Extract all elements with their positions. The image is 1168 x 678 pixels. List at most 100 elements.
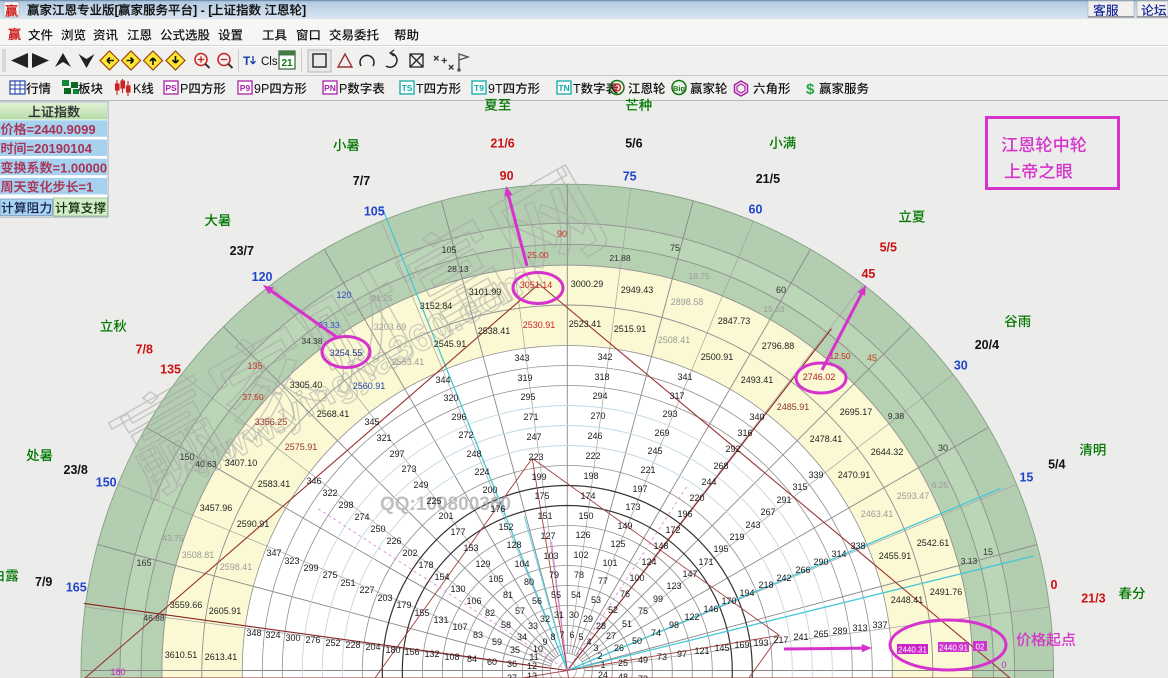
- svg-text:147: 147: [682, 569, 697, 579]
- svg-text:98: 98: [669, 620, 679, 630]
- svg-text:73: 73: [657, 652, 667, 662]
- svg-text:289: 289: [832, 626, 847, 636]
- svg-text:151: 151: [537, 511, 552, 521]
- svg-text:323: 323: [284, 556, 299, 566]
- svg-text:9T: 9T: [488, 82, 503, 96]
- svg-text:195: 195: [713, 544, 728, 554]
- svg-text:322: 322: [322, 488, 337, 498]
- svg-text:294: 294: [592, 391, 607, 401]
- svg-text:2583.41: 2583.41: [258, 479, 291, 489]
- svg-text:2485.91: 2485.91: [777, 402, 810, 412]
- svg-text:3508.81: 3508.81: [182, 550, 215, 560]
- svg-text:29: 29: [583, 614, 593, 624]
- svg-text:52: 52: [608, 605, 618, 615]
- svg-text:54: 54: [571, 590, 581, 600]
- svg-text:149: 149: [617, 521, 632, 531]
- svg-text:295: 295: [520, 392, 535, 402]
- svg-text:2553.41: 2553.41: [392, 357, 425, 367]
- svg-text:225: 225: [426, 496, 441, 506]
- svg-text:4: 4: [586, 637, 591, 647]
- svg-text:28: 28: [596, 621, 606, 631]
- svg-text:243: 243: [745, 520, 760, 530]
- svg-text:265: 265: [813, 629, 828, 639]
- svg-text:30: 30: [938, 443, 948, 453]
- svg-text:318: 318: [594, 372, 609, 382]
- svg-text:245: 245: [647, 446, 662, 456]
- svg-text:75: 75: [670, 243, 680, 253]
- svg-text:53: 53: [591, 595, 601, 605]
- svg-text:242: 242: [776, 573, 791, 583]
- svg-text:=20190104: =20190104: [27, 141, 93, 156]
- svg-text:249: 249: [413, 480, 428, 490]
- svg-text:78: 78: [574, 570, 584, 580]
- svg-text:3407.10: 3407.10: [225, 458, 258, 468]
- svg-text:266: 266: [795, 565, 810, 575]
- svg-text:219: 219: [729, 532, 744, 542]
- svg-text:3305.40: 3305.40: [290, 380, 323, 390]
- svg-text:58: 58: [501, 620, 511, 630]
- svg-text:347: 347: [266, 548, 281, 558]
- svg-text:201: 201: [438, 511, 453, 521]
- svg-text:150: 150: [578, 511, 593, 521]
- svg-text:319: 319: [517, 373, 532, 383]
- svg-text:131: 131: [433, 615, 448, 625]
- svg-text:2542.61: 2542.61: [917, 538, 950, 548]
- svg-text:342: 342: [597, 352, 612, 362]
- svg-text:341: 341: [677, 372, 692, 382]
- svg-text:314: 314: [831, 549, 846, 559]
- svg-text:228: 228: [345, 640, 360, 650]
- svg-text:150: 150: [96, 475, 117, 489]
- svg-text:276: 276: [305, 635, 320, 645]
- svg-text:127: 127: [540, 531, 555, 541]
- svg-text:146: 146: [703, 604, 718, 614]
- svg-text:T: T: [243, 54, 251, 68]
- svg-text:291: 291: [776, 495, 791, 505]
- svg-text:46.88: 46.88: [143, 613, 165, 623]
- svg-text:72: 72: [638, 674, 648, 678]
- svg-text:338: 338: [850, 541, 865, 551]
- svg-text:51: 51: [622, 619, 632, 629]
- svg-text:60: 60: [749, 202, 763, 216]
- svg-text:37: 37: [507, 673, 517, 678]
- svg-text:27: 27: [606, 631, 616, 641]
- svg-text:196: 196: [677, 509, 692, 519]
- svg-text:222: 222: [585, 451, 600, 461]
- svg-text:15: 15: [1019, 471, 1033, 485]
- svg-text:3: 3: [593, 643, 598, 653]
- svg-text:2530.91: 2530.91: [523, 320, 556, 330]
- svg-text:244: 244: [701, 477, 716, 487]
- svg-text:102: 102: [573, 550, 588, 560]
- svg-text:150: 150: [179, 452, 194, 462]
- svg-text:135: 135: [247, 361, 262, 371]
- svg-text:40.63: 40.63: [195, 459, 217, 469]
- svg-text:121: 121: [694, 646, 709, 656]
- svg-text:2593.47: 2593.47: [897, 491, 930, 501]
- svg-text:171: 171: [698, 557, 713, 567]
- svg-text:170: 170: [721, 596, 736, 606]
- svg-text:9P: 9P: [254, 82, 269, 96]
- svg-text:90: 90: [500, 169, 514, 183]
- svg-text:37.50: 37.50: [242, 392, 264, 402]
- svg-text:3610.51: 3610.51: [165, 650, 198, 660]
- svg-text:0: 0: [1001, 660, 1006, 670]
- svg-text:123: 123: [666, 581, 681, 591]
- svg-text:145: 145: [714, 643, 729, 653]
- svg-text:252: 252: [325, 638, 340, 648]
- svg-text:2478.41: 2478.41: [810, 434, 843, 444]
- svg-text:76: 76: [620, 589, 630, 599]
- svg-text:152: 152: [498, 522, 513, 532]
- svg-text:2545.91: 2545.91: [434, 339, 467, 349]
- svg-text:2560.91: 2560.91: [353, 381, 386, 391]
- svg-text:3000.29: 3000.29: [571, 279, 604, 289]
- svg-text:2590.91: 2590.91: [237, 519, 270, 529]
- svg-text:298: 298: [338, 500, 353, 510]
- svg-text:344: 344: [435, 375, 450, 385]
- svg-text:129: 129: [475, 559, 490, 569]
- svg-text:218: 218: [758, 580, 773, 590]
- svg-text:292: 292: [725, 444, 740, 454]
- svg-text:84: 84: [467, 654, 477, 664]
- svg-text:270: 270: [590, 411, 605, 421]
- svg-text:21.88: 21.88: [609, 253, 631, 263]
- svg-text:3.13: 3.13: [961, 556, 978, 566]
- svg-text:148: 148: [653, 541, 668, 551]
